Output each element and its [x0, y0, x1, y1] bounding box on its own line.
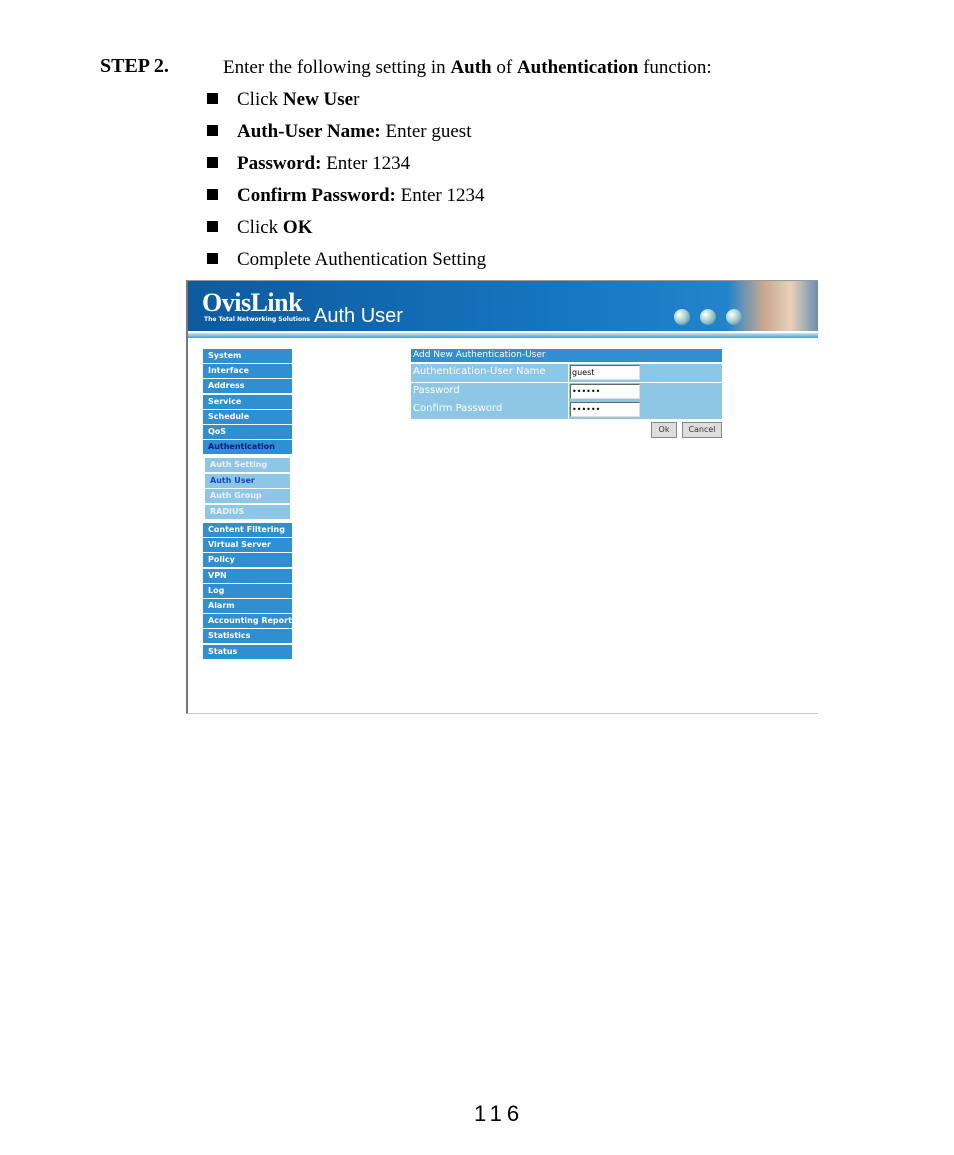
bullet-text: Complete Authentication Setting: [237, 249, 487, 270]
field-label: Authentication-User Name: [413, 366, 546, 377]
document-page: STEP 2. Enter the following setting in A…: [0, 0, 954, 1155]
confirm-password-input[interactable]: ••••••: [570, 402, 640, 417]
nav-item-schedule[interactable]: Schedule: [203, 409, 292, 424]
logo-tagline: The Total Networking Solutions: [204, 316, 310, 323]
username-input[interactable]: guest: [570, 365, 640, 380]
subnav-item-auth-group[interactable]: Auth Group: [205, 489, 290, 504]
logo: OvisLink: [202, 288, 303, 317]
subnav-item-radius[interactable]: RADIUS: [205, 505, 290, 520]
bullet-text: Click: [237, 217, 283, 238]
globe-icon: [726, 309, 742, 325]
ok-button[interactable]: Ok: [651, 422, 677, 438]
nav-item-alarm[interactable]: Alarm: [203, 599, 292, 613]
intro-text: function:: [638, 57, 712, 78]
intro-text: of: [491, 57, 517, 78]
page-title: Auth User: [314, 305, 403, 327]
bullet-item: Auth-User Name: Enter guest: [207, 119, 471, 145]
bullet-text: r: [353, 89, 360, 110]
bullet-item: Click New User: [207, 87, 359, 113]
bullet-bold: Password:: [237, 153, 322, 174]
form-row: Confirm Password ••••••: [411, 401, 722, 419]
square-bullet-icon: [207, 221, 218, 232]
subnav-item-auth-setting[interactable]: Auth Setting: [205, 458, 290, 472]
divider: [568, 382, 569, 401]
nav-item-statistics[interactable]: Statistics: [203, 629, 292, 644]
bullet-bold: Confirm Password:: [237, 185, 396, 206]
globe-icon: [700, 309, 716, 325]
nav-item-address[interactable]: Address: [203, 379, 292, 394]
square-bullet-icon: [207, 93, 218, 104]
bullet-text: Click: [237, 89, 283, 110]
square-bullet-icon: [207, 125, 218, 136]
nav-item-virtual-server[interactable]: Virtual Server: [203, 538, 292, 553]
square-bullet-icon: [207, 157, 218, 168]
form-header: Add New Authentication-User: [411, 349, 722, 362]
form-row: Password ••••••: [411, 382, 722, 401]
nav-item-content-filtering[interactable]: Content Filtering: [203, 523, 292, 537]
square-bullet-icon: [207, 189, 218, 200]
subnav-item-auth-user[interactable]: Auth User: [205, 473, 290, 488]
field-label: Password: [413, 384, 460, 396]
nav-item-system[interactable]: System: [203, 349, 292, 363]
form-row: Authentication-User Name guest: [411, 364, 722, 382]
bullet-item: Complete Authentication Setting: [207, 247, 486, 273]
bullet-bold: New Use: [282, 89, 354, 110]
divider: [568, 364, 569, 382]
intro-text: Enter the following setting in: [223, 57, 451, 78]
cancel-button[interactable]: Cancel: [682, 422, 722, 438]
nav-item-accounting-report[interactable]: Accounting Report: [203, 614, 292, 629]
bullet-bold: Auth-User Name:: [237, 121, 381, 142]
bullet-text: Enter 1234: [395, 185, 485, 206]
step-intro: Enter the following setting in Auth of A…: [223, 57, 712, 79]
bullet-text: Enter guest: [380, 121, 472, 142]
nav-item-interface[interactable]: Interface: [203, 364, 292, 379]
nav-item-log[interactable]: Log: [203, 583, 292, 598]
header-photo: [728, 281, 818, 331]
page-number: 116: [474, 1101, 525, 1126]
bullet-bold: OK: [282, 217, 313, 238]
field-label: Confirm Password: [413, 403, 503, 414]
bullet-text: Enter 1234: [321, 153, 411, 174]
nav-item-qos[interactable]: QoS: [203, 425, 292, 439]
intro-bold: Authentication: [516, 57, 639, 78]
nav-item-policy[interactable]: Policy: [203, 553, 292, 568]
password-input[interactable]: ••••••: [570, 383, 640, 399]
square-bullet-icon: [207, 253, 218, 264]
bullet-item: Click OK: [207, 215, 312, 241]
nav-item-vpn[interactable]: VPN: [203, 568, 292, 583]
bullet-item: Password: Enter 1234: [207, 151, 410, 177]
header-divider: [188, 333, 818, 338]
nav-item-status[interactable]: Status: [203, 644, 292, 659]
globe-icon: [674, 309, 690, 325]
embedded-screenshot: OvisLink The Total Networking Solutions …: [186, 280, 818, 714]
intro-bold: Auth: [450, 57, 492, 78]
nav-item-service[interactable]: Service: [203, 394, 292, 409]
bullet-item: Confirm Password: Enter 1234: [207, 183, 485, 209]
divider: [568, 401, 569, 419]
step-label: STEP 2.: [100, 55, 169, 77]
nav-item-authentication[interactable]: Authentication: [203, 440, 292, 455]
